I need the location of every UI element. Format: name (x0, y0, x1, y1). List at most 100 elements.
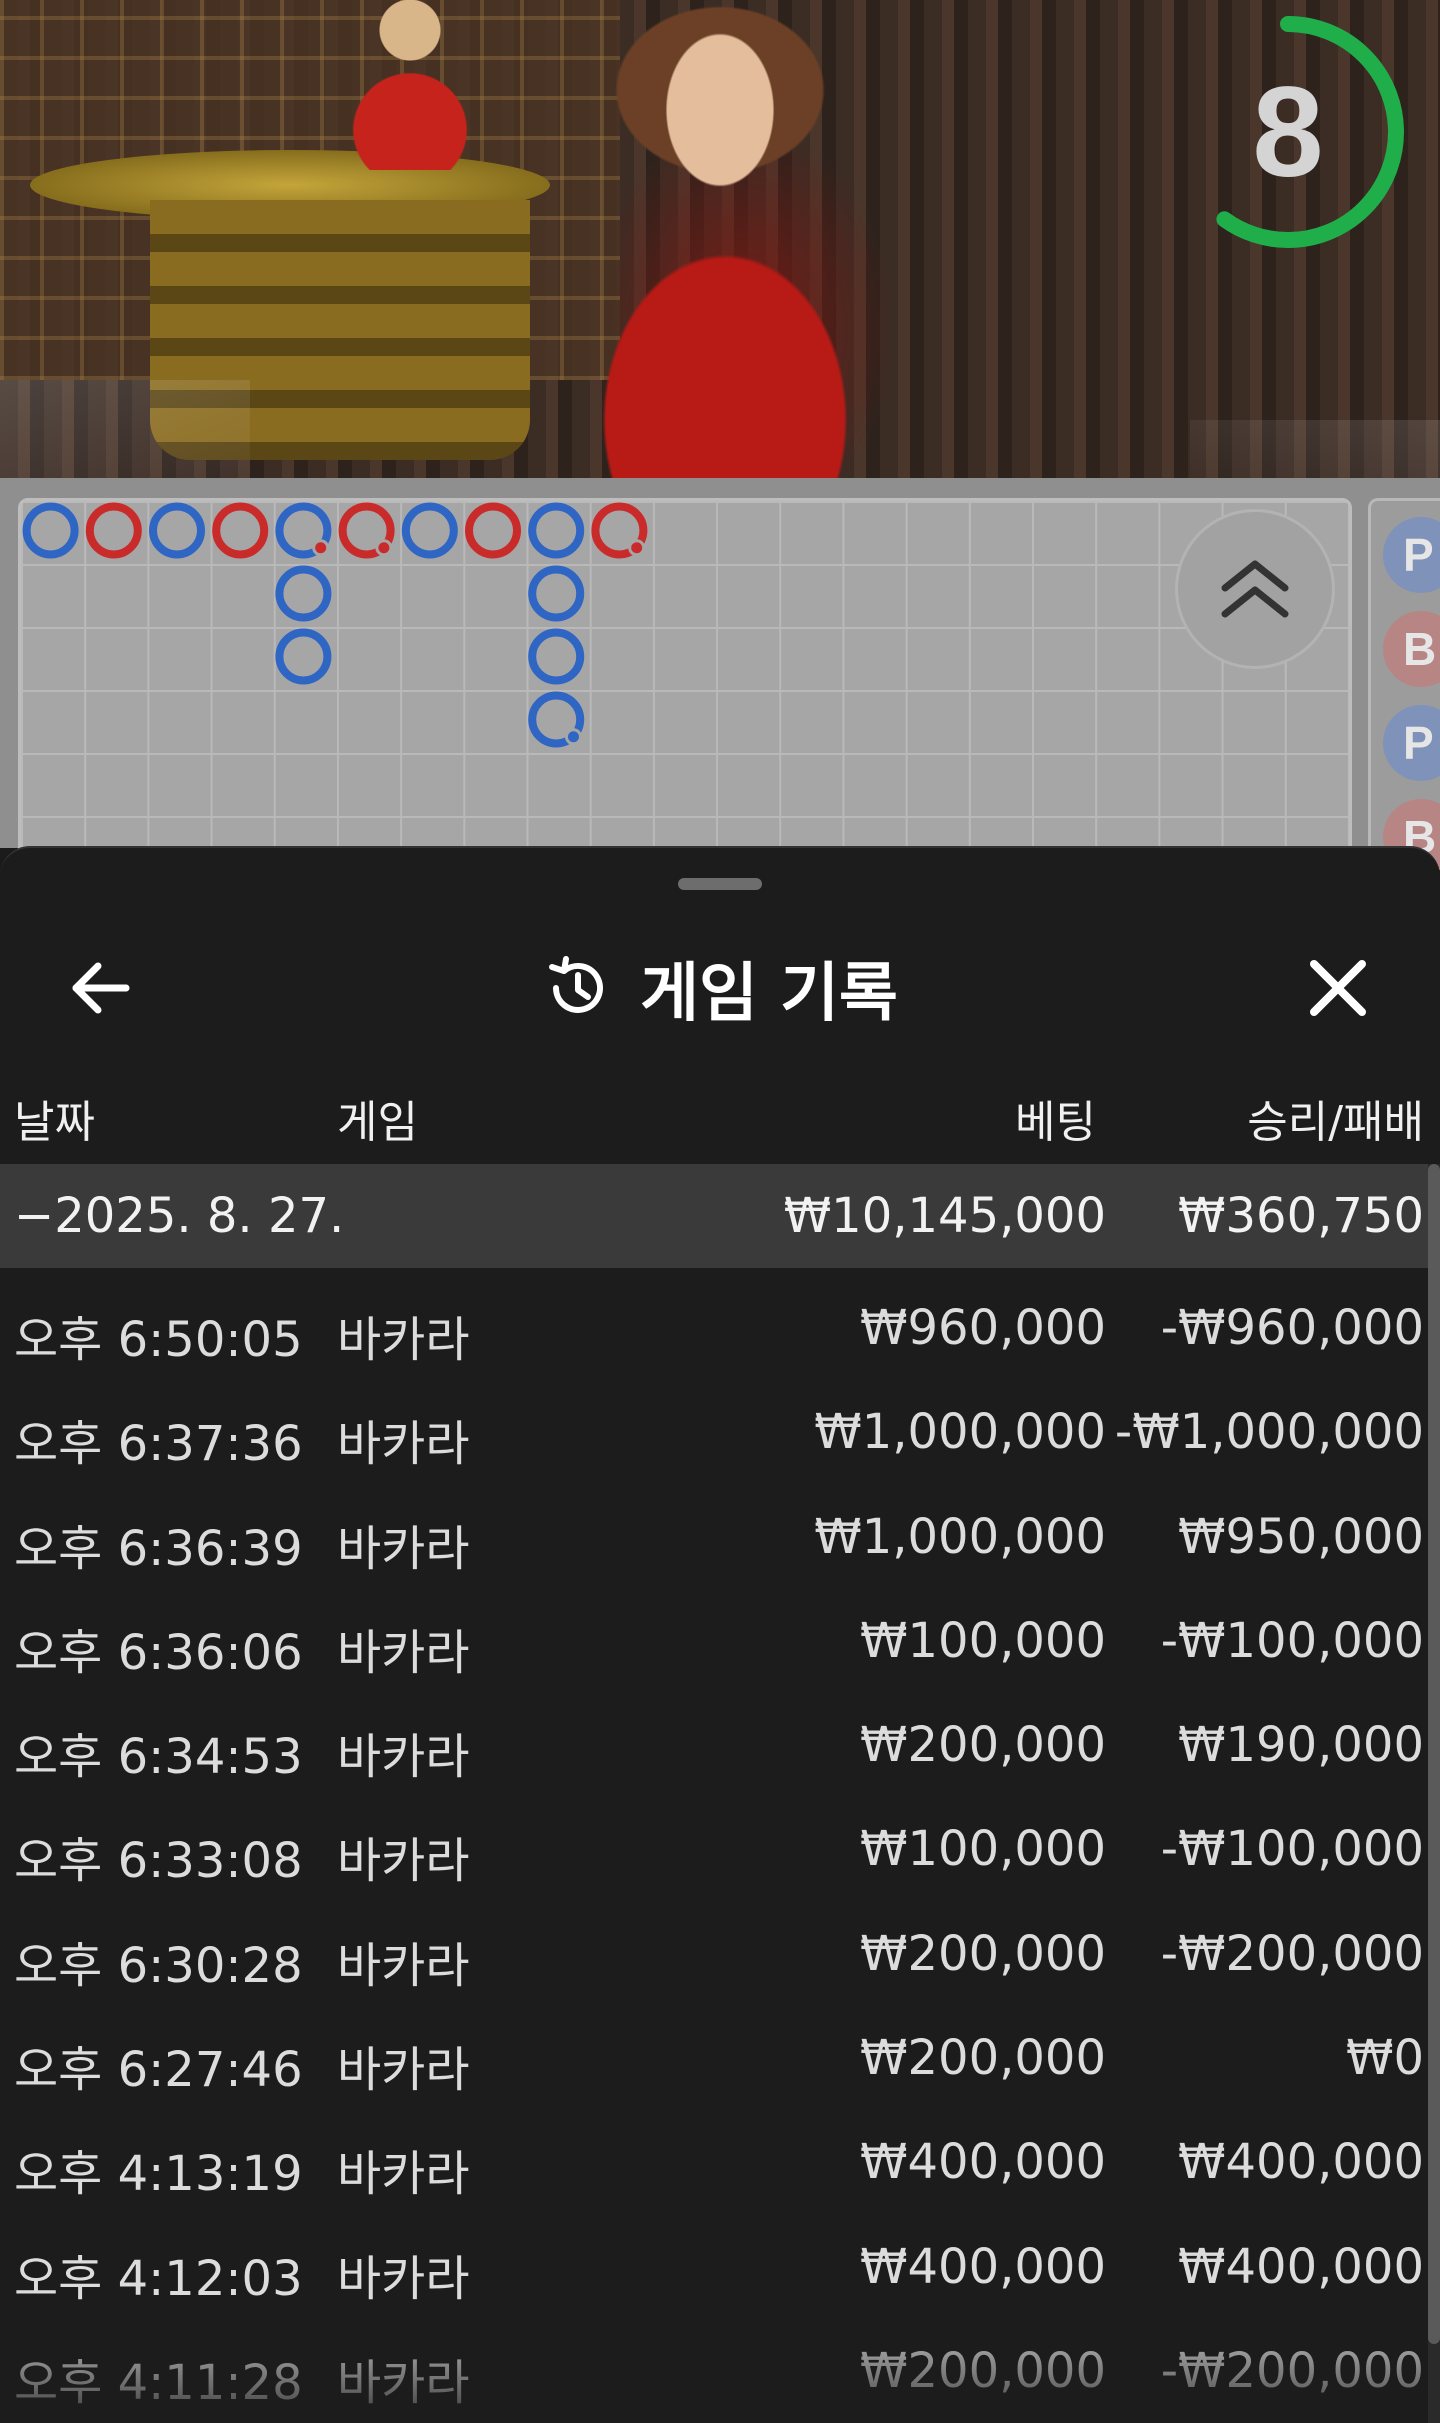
prediction-pill[interactable]: B (1383, 611, 1440, 687)
row-bet: ₩100,000 (860, 1821, 1106, 1878)
close-icon (1310, 960, 1366, 1016)
back-button[interactable] (40, 928, 160, 1048)
row-time: 오후 4:11:28 (14, 2354, 303, 2411)
group-date: −2025. 8. 27. (14, 1188, 345, 1244)
game-history-panel: 게임 기록 날짜 게임 베팅 승리/패배 −2025. 8. 27. ₩10,1… (0, 846, 1440, 2423)
panel-title: 게임 기록 (640, 957, 898, 1031)
row-bet: ₩960,000 (860, 1300, 1106, 1356)
history-row[interactable]: 오후 6:36:06 바카라 ₩100,000 -₩100,000 (0, 1581, 1428, 1685)
column-header-result[interactable]: 승리/패배 (1247, 1086, 1424, 1150)
history-row[interactable]: 오후 6:27:46 바카라 ₩200,000 ₩0 (0, 1998, 1428, 2102)
scrollbar[interactable] (1428, 1164, 1440, 2423)
live-video: 8 (0, 0, 1440, 478)
prediction-panel: PBPB (1368, 498, 1440, 875)
row-bet: ₩100,000 (860, 1612, 1106, 1669)
table-header: 날짜 게임 베팅 승리/패배 (0, 1060, 1428, 1160)
row-bet: ₩1,000,000 (814, 1404, 1106, 1461)
player-bead (401, 502, 458, 559)
double-chevron-up-icon (1221, 560, 1289, 618)
row-game: 바카라 (337, 1624, 470, 1681)
row-time: 오후 6:27:46 (14, 2042, 303, 2099)
row-time: 오후 4:12:03 (14, 2250, 303, 2307)
history-row[interactable]: 오후 6:50:05 바카라 ₩960,000 -₩960,000 (0, 1268, 1428, 1372)
row-game: 바카라 (337, 1729, 470, 1786)
row-result: -₩1,000,000 (1114, 1404, 1424, 1461)
row-bet: ₩400,000 (860, 2238, 1106, 2295)
pair-dot (375, 539, 393, 557)
prediction-pill[interactable]: P (1383, 705, 1440, 781)
row-result: ₩950,000 (1178, 1508, 1424, 1565)
row-time: 오후 6:36:06 (14, 1624, 303, 1681)
countdown-number: 8 (1252, 60, 1324, 204)
banker-bead (85, 502, 142, 559)
row-time: 오후 6:33:08 (14, 1833, 303, 1890)
row-game: 바카라 (337, 1416, 470, 1473)
row-result: ₩400,000 (1178, 2134, 1424, 2191)
row-game: 바카라 (337, 1833, 470, 1890)
column-header-bet[interactable]: 베팅 (1015, 1086, 1096, 1150)
history-row[interactable]: 오후 4:12:03 바카라 ₩400,000 ₩400,000 (0, 2207, 1428, 2311)
row-result: -₩100,000 (1160, 1612, 1424, 1669)
row-bet: ₩1,000,000 (814, 1508, 1106, 1565)
column-header-game[interactable]: 게임 (337, 1086, 418, 1150)
row-game: 바카라 (337, 1312, 470, 1368)
history-row[interactable]: 오후 6:37:36 바카라 ₩1,000,000 -₩1,000,000 (0, 1372, 1428, 1476)
history-row[interactable]: 오후 6:36:39 바카라 ₩1,000,000 ₩950,000 (0, 1477, 1428, 1581)
player-bead (149, 502, 205, 559)
pair-dot (628, 539, 646, 557)
row-bet: ₩400,000 (860, 2134, 1106, 2191)
banker-bead (465, 502, 521, 559)
row-game: 바카라 (337, 2042, 470, 2099)
row-time: 오후 6:34:53 (14, 1729, 303, 1786)
row-time: 오후 4:13:19 (14, 2146, 303, 2203)
close-button[interactable] (1278, 928, 1398, 1048)
row-result: ₩0 (1346, 2030, 1424, 2087)
scrollbar-thumb[interactable] (1428, 1164, 1440, 2344)
row-game: 바카라 (337, 2354, 470, 2411)
discard-tray (1190, 420, 1440, 478)
history-icon (549, 956, 604, 1013)
row-time: 오후 6:50:05 (14, 1312, 303, 1368)
row-result: -₩960,000 (1160, 1300, 1424, 1356)
panel-header: 게임 기록 (0, 928, 1440, 1048)
history-row[interactable]: 오후 4:13:19 바카라 ₩400,000 ₩400,000 (0, 2102, 1428, 2206)
dealer (520, 0, 920, 478)
row-result: -₩200,000 (1160, 1925, 1424, 1982)
column-header-date[interactable]: 날짜 (14, 1086, 95, 1150)
history-rows: 오후 6:50:05 바카라 ₩960,000 -₩960,000 오후 6:37:36… (0, 1268, 1428, 2415)
player-bead (528, 502, 585, 559)
row-bet: ₩200,000 (860, 2030, 1106, 2087)
group-bet-total: ₩10,145,000 (783, 1188, 1106, 1244)
row-bet: ₩200,000 (860, 1925, 1106, 1982)
pair-dot (564, 728, 582, 746)
history-row[interactable]: 오후 6:33:08 바카라 ₩100,000 -₩100,000 (0, 1789, 1428, 1893)
player-bead (275, 628, 332, 685)
card-shoe (0, 380, 250, 478)
row-bet: ₩200,000 (860, 2342, 1106, 2399)
drag-handle[interactable] (678, 878, 762, 890)
row-game: 바카라 (337, 1937, 470, 1994)
date-group-summary[interactable]: −2025. 8. 27. ₩10,145,000 ₩360,750 (0, 1164, 1428, 1268)
row-result: -₩200,000 (1160, 2342, 1424, 2399)
arrow-left-icon (72, 962, 130, 1014)
row-result: ₩190,000 (1178, 1717, 1424, 1774)
row-time: 오후 6:37:36 (14, 1416, 303, 1473)
row-bet: ₩200,000 (860, 1717, 1106, 1774)
row-time: 오후 6:36:39 (14, 1520, 303, 1577)
row-game: 바카라 (337, 2250, 470, 2307)
row-game: 바카라 (337, 1520, 470, 1577)
history-row[interactable]: 오후 4:11:28 바카라 ₩200,000 -₩200,000 (0, 2311, 1428, 2415)
row-time: 오후 6:30:28 (14, 1937, 303, 1994)
row-result: ₩400,000 (1178, 2238, 1424, 2295)
expand-roadmap-button[interactable] (1178, 512, 1332, 666)
player-bead (275, 565, 332, 622)
history-row[interactable]: 오후 6:30:28 바카라 ₩200,000 -₩200,000 (0, 1894, 1428, 1998)
player-bead (22, 502, 79, 559)
banker-bead (212, 502, 269, 559)
pair-dot (312, 539, 330, 557)
row-result: -₩100,000 (1160, 1821, 1424, 1878)
player-bead (528, 628, 585, 685)
history-row[interactable]: 오후 6:34:53 바카라 ₩200,000 ₩190,000 (0, 1685, 1428, 1789)
background-dealer (330, 0, 490, 170)
prediction-pill[interactable]: P (1383, 517, 1440, 593)
